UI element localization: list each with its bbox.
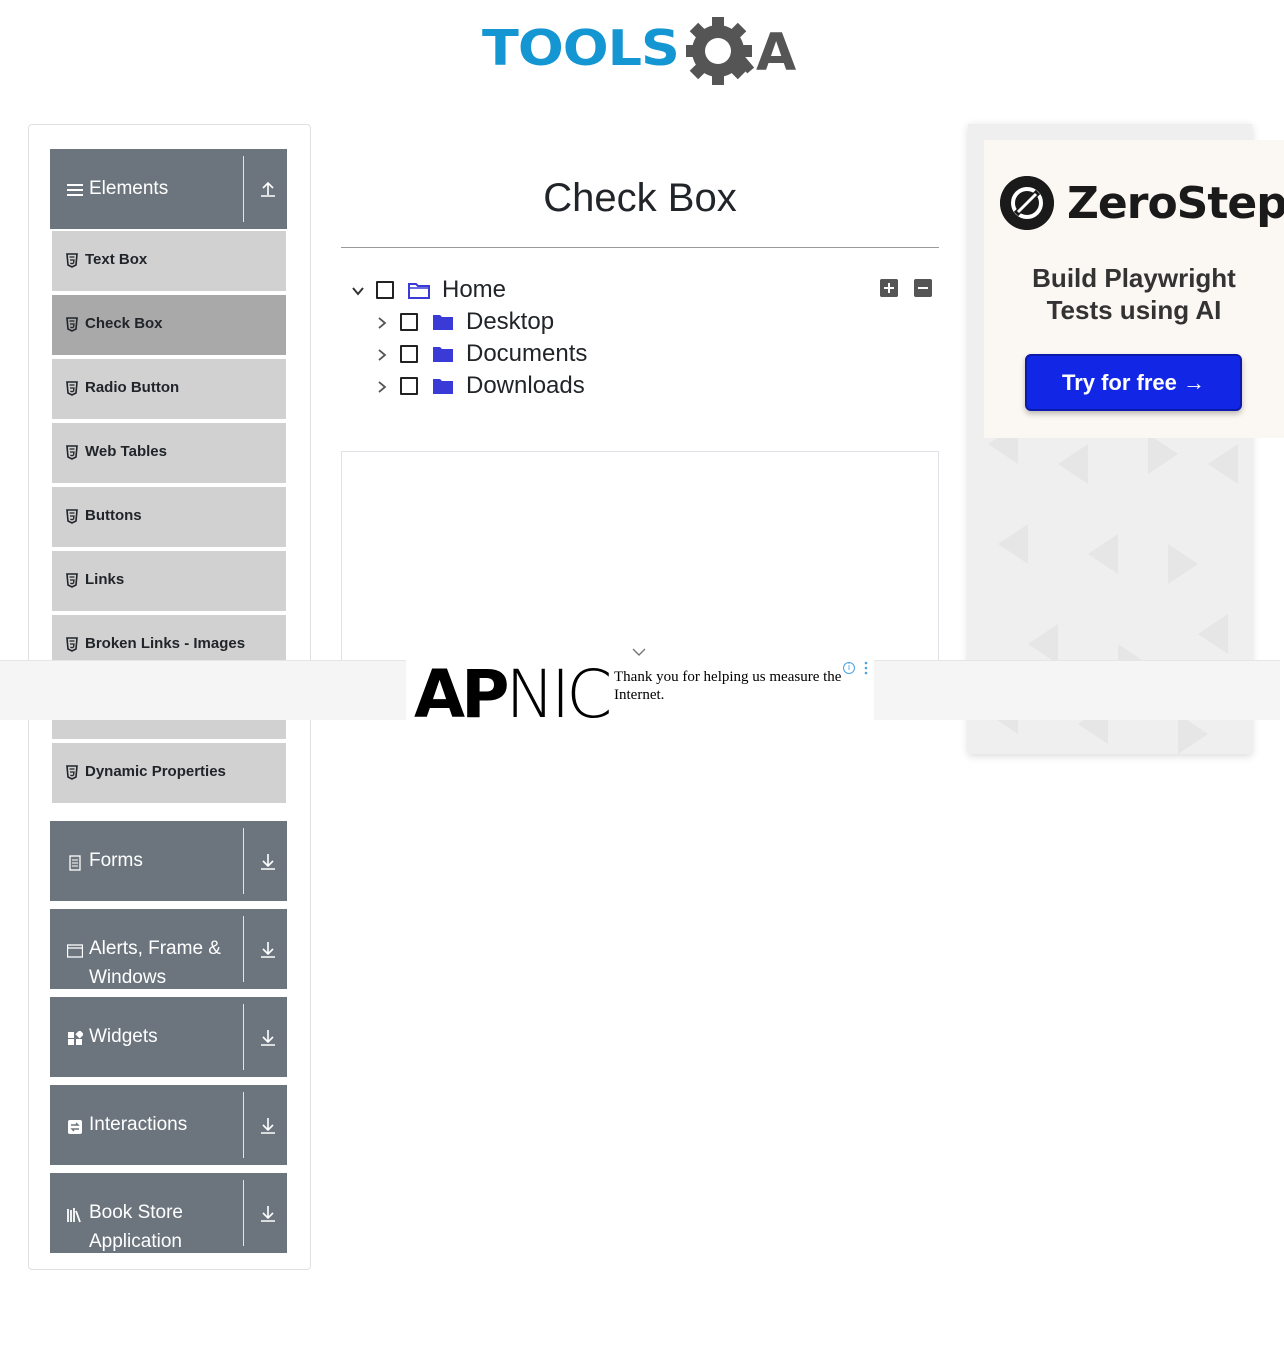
expand-down-icon[interactable] [258,1115,278,1135]
tree-node-label[interactable]: Home [442,275,506,305]
menu-item-label: Radio Button [85,379,180,396]
html5-icon [66,445,78,460]
html5-icon [66,381,78,396]
group-title: Interactions [89,1114,188,1135]
group-title: Forms [89,850,143,871]
html5-icon [66,637,78,652]
folder-open-icon [408,283,430,299]
chevron-down-icon[interactable] [350,283,366,299]
tree-node-label[interactable]: Desktop [466,307,554,337]
tree-node-documents: Documents [374,339,674,371]
checkbox[interactable] [400,345,418,363]
zerostep-logo-icon [1000,176,1054,230]
html5-icon [66,765,78,780]
ad-tagline: Build Playwright Tests using AI [984,262,1284,326]
tree-node-home: Home [350,275,650,307]
group-header-book-store-application[interactable]: Book Store Application [50,1173,287,1253]
minus-square-icon[interactable] [914,279,932,297]
html5-icon [66,509,78,524]
ad-tagline-line1: Build Playwright [1032,263,1236,293]
group-title: Alerts, Frame & [89,938,221,959]
logo-gear-qa-icon: A [686,17,796,85]
group-title-line2: Application [89,1231,182,1252]
folder-icon [433,315,453,330]
divider [243,1004,244,1070]
chevron-down-icon[interactable] [631,646,647,658]
try-for-free-button[interactable]: Try for free → [1025,354,1242,411]
folder-icon [433,347,453,362]
collapse-up-icon[interactable] [258,179,278,199]
divider [243,1092,244,1158]
logo-text-tools: TOOLS [482,20,680,77]
html5-icon [66,317,78,332]
ad-info-icon[interactable]: i [843,662,855,674]
hamburger-icon [67,184,83,196]
html5-icon [66,573,78,588]
group-header-alerts-frame-windows[interactable]: Alerts, Frame & Windows [50,909,287,989]
zerostep-ad-card[interactable]: ZeroStep Build Playwright Tests using AI… [984,140,1284,438]
banner-message: Thank you for helping us measure the Int… [614,669,842,703]
tree-node-desktop: Desktop [374,307,674,339]
menu-item-radio-button[interactable]: Radio Button [51,358,287,420]
window-icon [67,944,83,958]
group-title: Elements [89,178,169,199]
expand-down-icon[interactable] [258,1027,278,1047]
apnic-logo-bold: AP [414,660,509,721]
expand-down-icon[interactable] [258,851,278,871]
books-icon [67,1208,81,1223]
title-divider [341,247,939,248]
menu-item-check-box[interactable]: Check Box [51,294,287,356]
checkbox[interactable] [400,313,418,331]
group-header-interactions[interactable]: Interactions [50,1085,287,1165]
divider [243,156,244,222]
divider [243,1180,244,1246]
menu-item-text-box[interactable]: Text Box [51,230,287,292]
group-title-line2: Windows [89,967,167,988]
menu-item-label: Links [85,571,125,588]
toolsqa-logo[interactable]: TOOLS A [482,14,812,94]
svg-text:A: A [756,23,796,83]
widgets-icon [68,1031,83,1045]
menu-item-label: Dynamic Properties [85,763,226,780]
result-panel [341,451,939,671]
ad-brand-name: ZeroStep [1067,178,1284,229]
group-title: Book Store [89,1202,183,1223]
chevron-right-icon[interactable] [374,379,390,395]
menu-item-links[interactable]: Links [51,550,287,612]
menu-item-dynamic-properties[interactable]: Dynamic Properties [51,742,287,804]
page-title: Check Box [543,176,737,220]
apnic-banner-ad[interactable]: APNIC Thank you for helping us measure t… [406,660,874,720]
interactions-icon [68,1120,82,1134]
expand-down-icon[interactable] [258,1203,278,1223]
menu-item-label: Web Tables [85,443,167,460]
apnic-logo-light: NIC [505,660,612,721]
apnic-logo: APNIC [414,660,612,721]
expand-down-icon[interactable] [258,939,278,959]
checkbox[interactable] [376,281,394,299]
form-icon [69,855,81,871]
group-header-widgets[interactable]: Widgets [50,997,287,1077]
chevron-right-icon[interactable] [374,315,390,331]
tree-node-label[interactable]: Downloads [466,371,585,401]
menu-item-web-tables[interactable]: Web Tables [51,422,287,484]
menu-item-buttons[interactable]: Buttons [51,486,287,548]
tree-node-label[interactable]: Documents [466,339,587,369]
divider [243,828,244,894]
menu-item-label: Check Box [85,315,163,332]
ad-tagline-line2: Tests using AI [1046,295,1222,325]
menu-item-label: Buttons [85,507,142,524]
group-header-elements[interactable]: Elements [50,149,287,229]
group-title: Widgets [89,1026,158,1047]
tree-node-downloads: Downloads [374,371,674,403]
menu-item-label: Broken Links - Images [85,635,246,652]
checkbox[interactable] [400,377,418,395]
group-header-forms[interactable]: Forms [50,821,287,901]
ad-menu-dots-icon[interactable] [863,661,869,675]
html5-icon [66,253,78,268]
folder-icon [433,379,453,394]
chevron-right-icon[interactable] [374,347,390,363]
divider [243,916,244,982]
plus-square-icon[interactable] [880,279,898,297]
menu-item-label: Text Box [85,251,148,268]
